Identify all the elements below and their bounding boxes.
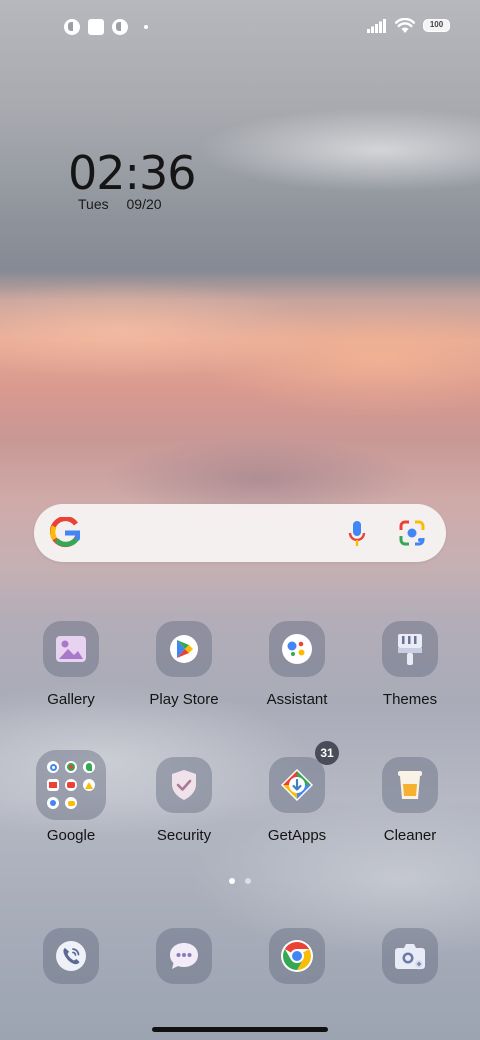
app-cleaner[interactable]: Cleaner (354, 757, 466, 844)
google-mini-icon (47, 761, 59, 773)
getapps-icon: 31 (269, 741, 339, 813)
dock-chrome[interactable] (269, 928, 325, 984)
folder-icon (36, 750, 106, 820)
app-play-store[interactable]: Play Store (128, 621, 240, 708)
clock-day: Tues (78, 196, 109, 212)
empty-slot (83, 797, 95, 809)
camera-icon (395, 944, 425, 970)
play-store-icon (156, 621, 212, 677)
app-label: Security (156, 827, 212, 844)
app-notification-icon (112, 19, 128, 35)
app-google-folder[interactable]: Google (15, 750, 127, 844)
gallery-icon (43, 621, 99, 677)
phone-icon (56, 941, 86, 971)
page-dot-1[interactable] (229, 878, 235, 884)
app-label: Themes (382, 691, 438, 708)
notification-badge: 31 (315, 741, 339, 765)
google-g-icon (50, 517, 80, 548)
dock-camera[interactable] (382, 928, 438, 984)
youtube-mini-icon (65, 779, 77, 791)
app-label: GetApps (267, 827, 327, 844)
app-getapps[interactable]: 31 GetApps (241, 741, 353, 844)
maps-mini-icon (83, 761, 95, 773)
status-indicators: 100 (367, 18, 450, 33)
google-search-bar[interactable] (34, 504, 446, 562)
battery-level: 100 (429, 20, 444, 29)
cleaner-icon (382, 757, 438, 813)
app-themes[interactable]: Themes (354, 621, 466, 708)
app-security[interactable]: Security (128, 757, 240, 844)
notification-icons (64, 19, 148, 35)
clock-time: 02:36 (68, 146, 197, 200)
app-label: Play Store (149, 691, 219, 708)
duo-mini-icon (65, 797, 77, 809)
security-icon (156, 757, 212, 813)
home-indicator-bar[interactable] (152, 1027, 328, 1032)
page-dot-2[interactable] (245, 878, 251, 884)
chrome-icon (281, 940, 313, 972)
photos-mini-icon (47, 797, 59, 809)
dock-phone[interactable] (43, 928, 99, 984)
app-label: Cleaner (383, 827, 437, 844)
drive-mini-icon (83, 779, 95, 791)
assistant-icon (269, 621, 325, 677)
gmail-mini-icon (47, 779, 59, 791)
google-lens-icon[interactable] (398, 520, 426, 546)
square-notification-icon (88, 19, 104, 35)
wifi-icon (395, 18, 415, 33)
app-label: Google (46, 827, 96, 844)
app-label: Assistant (266, 691, 328, 708)
clock-widget[interactable]: 02:36 Tues 09/20 (68, 146, 197, 212)
app-gallery[interactable]: Gallery (15, 621, 127, 708)
more-dot-icon (144, 25, 148, 29)
dock-messages[interactable] (156, 928, 212, 984)
page-indicator[interactable] (0, 878, 480, 884)
app-notification-icon (64, 19, 80, 35)
messages-icon (170, 943, 198, 969)
chrome-mini-icon (65, 761, 77, 773)
app-label: Gallery (47, 691, 95, 708)
battery-icon: 100 (423, 19, 450, 32)
themes-icon (382, 621, 438, 677)
status-bar[interactable]: 100 (0, 0, 480, 56)
signal-icon (367, 18, 386, 33)
clock-date-value: 09/20 (126, 196, 162, 212)
microphone-icon[interactable] (348, 521, 366, 547)
app-assistant[interactable]: Assistant (241, 621, 353, 708)
